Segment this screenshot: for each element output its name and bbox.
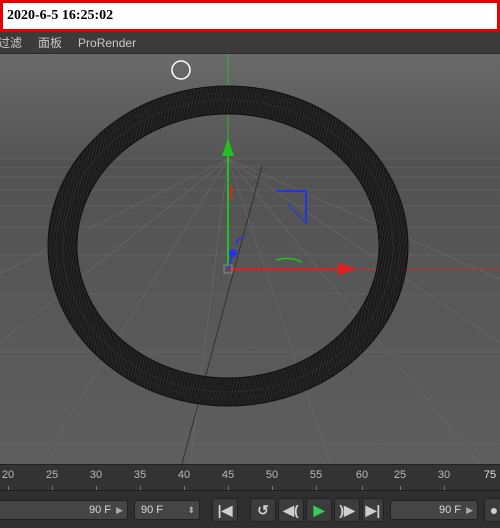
goto-end-button[interactable]: ▶| [362,498,384,522]
screenshot-timestamp: 2020-6-5 16:25:02 [0,0,500,32]
timeline-tick-label: 50 [265,469,279,481]
menu-panel[interactable]: 面板 [30,34,70,51]
timeline-tick-label: 25 [45,469,59,481]
step-forward-button[interactable]: )▶ [334,498,360,522]
start-frame-field[interactable]: 90 F ▶ [0,500,128,520]
menu-prorender[interactable]: ProRender [70,36,144,50]
stepper-arrow-icon[interactable]: ⬍ [187,501,195,519]
timeline-tick-label: 20 [1,469,15,481]
animation-transport-bar: 90 F ▶ 90 F ⬍ |◀ ↺ ◀( ▶ )▶ ▶| 90 F ▶ ● [0,490,500,528]
timeline-tick-label: 30 [89,469,103,481]
timeline-end-marker: 75 [483,469,497,481]
step-back-button[interactable]: ◀( [278,498,304,522]
timeline-ruler[interactable]: 20 25 30 35 40 45 50 55 60 25 30 75 [0,464,500,490]
step-forward-icon: )▶ [339,502,355,518]
play-icon: ▶ [313,502,325,518]
timeline-tick-label: 60 [355,469,369,481]
end-frame-field[interactable]: 90 F ▶ [390,500,478,520]
goto-start-button[interactable]: |◀ [212,498,238,522]
step-back-icon: ◀( [283,502,299,518]
play-button[interactable]: ▶ [306,498,332,522]
record-button[interactable]: ● [484,498,500,522]
end-frame-value: 90 F [438,504,461,516]
current-frame-value: 90 F [141,504,164,516]
stepper-arrow-icon[interactable]: ▶ [466,501,473,519]
menu-filter[interactable]: 过滤 [0,34,30,51]
loop-icon: ↺ [257,502,269,518]
current-frame-field[interactable]: 90 F ⬍ [134,500,200,520]
timeline-tick-label: 30 [437,469,451,481]
skip-to-end-icon: ▶| [365,502,381,518]
timeline-tick-label: 35 [133,469,147,481]
stepper-arrow-icon[interactable]: ▶ [116,501,123,519]
timeline-tick-label: 55 [309,469,323,481]
viewport-menu-bar: 过滤 面板 ProRender [0,32,500,54]
skip-to-start-icon: |◀ [217,502,233,518]
record-icon: ● [489,502,499,518]
timeline-tick-label: 40 [177,469,191,481]
3d-viewport[interactable] [0,54,500,464]
timeline-tick-label: 45 [221,469,235,481]
loop-button[interactable]: ↺ [250,498,276,522]
gizmo-z-handle[interactable] [229,249,237,257]
viewport-canvas[interactable] [0,54,500,464]
timeline-tick-label: 25 [393,469,407,481]
start-frame-value: 90 F [88,504,111,516]
